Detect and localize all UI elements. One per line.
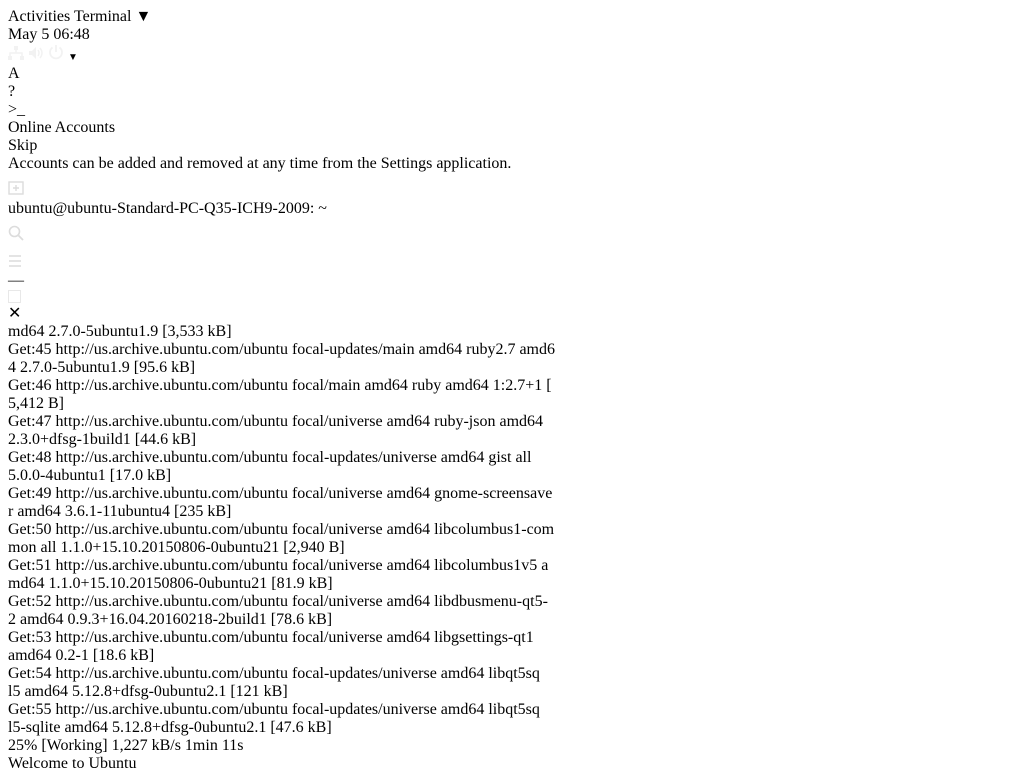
terminal-output[interactable]: md64 2.7.0-5ubuntu1.9 [3,533 kB] Get:45 h… xyxy=(8,323,1016,737)
maximize-icon[interactable] xyxy=(8,290,21,303)
close-icon[interactable]: ✕ xyxy=(8,303,1016,323)
chevron-down-icon: ▼ xyxy=(135,8,152,25)
network-icon xyxy=(8,46,24,60)
hamburger-icon xyxy=(9,255,21,267)
chevron-down-icon: ▼ xyxy=(68,52,78,63)
terminal-line: Get:47 http://us.archive.ubuntu.com/ubun… xyxy=(8,413,544,430)
terminal-line: 5.0.0-4ubuntu1 [17.0 kB] xyxy=(8,467,172,484)
dock-tooltip: Welcome to Ubuntu xyxy=(8,755,137,772)
terminal-line: Get:52 http://us.archive.ubuntu.com/ubun… xyxy=(8,593,548,610)
page-title: Online Accounts xyxy=(8,119,116,136)
app-menu-label: Terminal xyxy=(73,8,132,25)
minimize-icon[interactable]: — xyxy=(8,272,24,289)
terminal-line: Get:53 http://us.archive.ubuntu.com/ubun… xyxy=(8,629,534,646)
power-icon xyxy=(49,45,63,60)
clock[interactable]: May 5 06:48 xyxy=(8,26,1016,44)
app-menu[interactable]: Terminal ▼ xyxy=(74,8,151,25)
terminal-line: md64 1.1.0+15.10.20150806-0ubuntu21 [81.… xyxy=(8,575,333,592)
terminal-line: l5-sqlite amd64 5.12.8+dfsg-0ubuntu2.1 [… xyxy=(8,719,332,736)
software-icon: A xyxy=(8,65,20,82)
top-bar: Activities Terminal ▼ May 5 06:48 ▼ xyxy=(8,8,1016,65)
search-icon xyxy=(8,225,24,241)
dock-terminal[interactable]: >_ xyxy=(8,101,1016,119)
dock: A ? >_ xyxy=(8,65,1016,119)
search-button[interactable] xyxy=(8,218,1016,246)
dock-software[interactable]: A xyxy=(8,65,1016,83)
terminal-line: l5 amd64 5.12.8+dfsg-0ubuntu2.1 [121 kB] xyxy=(8,683,288,700)
terminal-icon: >_ xyxy=(8,101,26,118)
terminal-line: 2.3.0+dfsg-1build1 [44.6 kB] xyxy=(8,431,197,448)
new-tab-button[interactable] xyxy=(8,173,1016,200)
download-rate: 1,227 kB/s 1min 11s xyxy=(111,737,244,754)
terminal-line: md64 2.7.0-5ubuntu1.9 [3,533 kB] xyxy=(8,323,232,340)
help-icon: ? xyxy=(8,83,16,100)
terminal-line: amd64 0.2-1 [18.6 kB] xyxy=(8,647,155,664)
terminal-line: 4 2.7.0-5ubuntu1.9 [95.6 kB] xyxy=(8,359,196,376)
terminal-line: Get:51 http://us.archive.ubuntu.com/ubun… xyxy=(8,557,549,574)
terminal-line: Get:55 http://us.archive.ubuntu.com/ubun… xyxy=(8,701,540,718)
terminal-line: Get:46 http://us.archive.ubuntu.com/ubun… xyxy=(8,377,552,394)
header-bar: Online Accounts Skip xyxy=(8,119,1016,155)
terminal-line: Get:45 http://us.archive.ubuntu.com/ubun… xyxy=(8,341,555,358)
terminal-line: 5,412 B] xyxy=(8,395,64,412)
terminal-line: Get:49 http://us.archive.ubuntu.com/ubun… xyxy=(8,485,553,502)
skip-button[interactable]: Skip xyxy=(8,137,1016,155)
activities-button[interactable]: Activities xyxy=(8,8,70,25)
terminal-line: Get:54 http://us.archive.ubuntu.com/ubun… xyxy=(8,665,540,682)
terminal-line: 2 amd64 0.9.3+16.04.20160218-2build1 [78… xyxy=(8,611,333,628)
terminal-line: r amd64 3.6.1-11ubuntu4 [235 kB] xyxy=(8,503,232,520)
terminal-title: ubuntu@ubuntu-Standard-PC-Q35-ICH9-2009:… xyxy=(8,200,327,217)
terminal-line: Get:50 http://us.archive.ubuntu.com/ubun… xyxy=(8,521,555,538)
online-accounts-window: Online Accounts Skip Accounts can be add… xyxy=(8,119,1016,173)
terminal-titlebar: ubuntu@ubuntu-Standard-PC-Q35-ICH9-2009:… xyxy=(8,173,1016,323)
terminal-line: Get:48 http://us.archive.ubuntu.com/ubun… xyxy=(8,449,532,466)
apt-progress-line: 25% [Working] 1,227 kB/s 1min 11s xyxy=(8,737,1016,755)
progress-status: 25% [Working] xyxy=(8,737,108,754)
volume-icon xyxy=(29,47,43,59)
new-tab-icon xyxy=(8,181,24,195)
terminal-window: ubuntu@ubuntu-Standard-PC-Q35-ICH9-2009:… xyxy=(8,173,1016,755)
terminal-line: mon all 1.1.0+15.10.20150806-0ubuntu21 [… xyxy=(8,539,345,556)
footnote-text: Accounts can be added and removed at any… xyxy=(8,155,512,172)
system-tray[interactable]: ▼ xyxy=(8,44,1016,65)
dock-help[interactable]: ? xyxy=(8,83,1016,101)
menu-button[interactable] xyxy=(8,246,1016,272)
